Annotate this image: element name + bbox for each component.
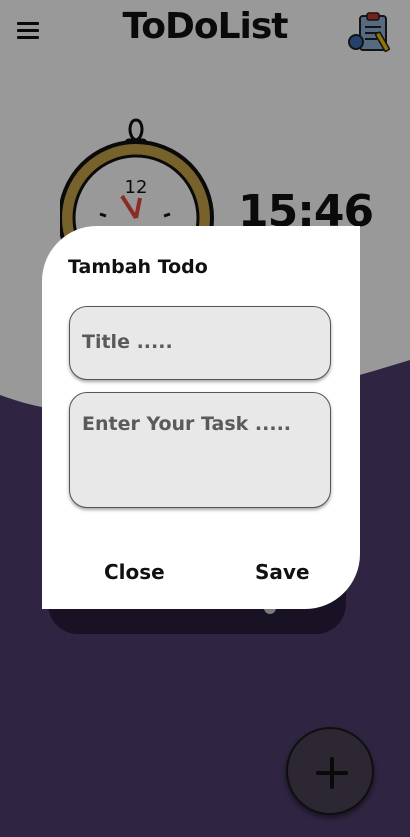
add-todo-dialog: Tambah Todo Title ..... Enter Your Task … xyxy=(42,226,360,609)
save-button[interactable]: Save xyxy=(255,560,310,584)
dialog-title: Tambah Todo xyxy=(68,256,208,278)
close-button[interactable]: Close xyxy=(104,560,165,584)
app-screen: ToDoList 12 15:46 Tambah Todo Title ....… xyxy=(0,0,410,837)
title-input[interactable]: Title ..... xyxy=(69,306,331,380)
task-input[interactable]: Enter Your Task ..... xyxy=(69,392,331,508)
